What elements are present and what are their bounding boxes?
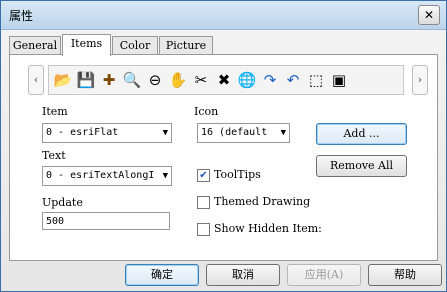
tab-picture[interactable]: Picture xyxy=(159,36,213,55)
tab-items[interactable]: Items xyxy=(62,34,111,56)
icon-size-value: 16 (default xyxy=(201,127,268,138)
tooltips-label: ToolTips xyxy=(214,168,261,181)
select-icon[interactable]: ⬚ xyxy=(306,70,326,90)
update-label: Update xyxy=(42,196,83,209)
ok-button[interactable]: 确定 xyxy=(125,264,199,286)
tooltips-checkbox[interactable]: ✔ ToolTips xyxy=(197,168,261,182)
show-hidden-items-label: Show Hidden Item: xyxy=(214,222,322,235)
show-hidden-items-checkbox[interactable]: Show Hidden Item: xyxy=(197,222,322,236)
checkbox-box-icon[interactable] xyxy=(197,222,210,236)
close-icon[interactable]: ✕ xyxy=(424,8,434,22)
properties-icon[interactable]: ▣ xyxy=(329,70,349,90)
chevron-down-icon[interactable]: ▼ xyxy=(281,124,286,142)
item-label: Item xyxy=(42,105,68,118)
themed-drawing-checkbox[interactable]: Themed Drawing xyxy=(197,195,310,209)
add-icon[interactable]: ✚ xyxy=(99,70,119,90)
tab-general[interactable]: General xyxy=(9,36,61,55)
chevron-left-icon[interactable]: ‹ xyxy=(34,73,38,86)
delete-icon[interactable]: ✖ xyxy=(214,70,234,90)
toolbar-scroll-right-button[interactable]: › xyxy=(412,65,428,95)
check-icon[interactable]: ✔ xyxy=(197,168,210,182)
title-bar: 属性 ✕ xyxy=(1,1,446,30)
icon-label: Icon xyxy=(194,105,219,118)
chevron-right-icon[interactable]: › xyxy=(418,73,422,86)
chevron-down-icon[interactable]: ▼ xyxy=(163,167,168,185)
close-button[interactable]: ✕ xyxy=(418,5,440,25)
redo-icon[interactable]: ↷ xyxy=(260,70,280,90)
globe-icon[interactable]: 🌐 xyxy=(237,70,257,90)
text-label: Text xyxy=(42,149,66,162)
cut-icon[interactable]: ✂ xyxy=(191,70,211,90)
undo-icon[interactable]: ↶ xyxy=(283,70,303,90)
apply-button[interactable]: 应用(A) xyxy=(287,264,361,286)
item-select-value: 0 - esriFlat xyxy=(46,127,119,138)
zoom-in-icon[interactable]: 🔍 xyxy=(122,70,142,90)
update-interval-input[interactable]: 500 xyxy=(42,212,170,230)
item-select[interactable]: 0 - esriFlat ▼ xyxy=(42,123,172,143)
pan-icon[interactable]: ✋ xyxy=(168,70,188,90)
open-folder-icon[interactable]: 📂 xyxy=(53,70,73,90)
text-select-value: 0 - esriTextAlongI xyxy=(46,170,155,181)
checkbox-box-icon[interactable] xyxy=(197,195,210,209)
add-button[interactable]: Add ... xyxy=(316,123,407,145)
icon-size-select[interactable]: 16 (default ▼ xyxy=(197,123,290,143)
properties-dialog: 属性 ✕ General Items Color Picture ‹ 📂 💾 ✚… xyxy=(0,0,447,292)
commands-toolbar: 📂 💾 ✚ 🔍 ⊖ ✋ ✂ ✖ 🌐 ↷ ↶ ⬚ ▣ xyxy=(48,65,404,95)
help-button[interactable]: 帮助 xyxy=(368,264,442,286)
themed-drawing-label: Themed Drawing xyxy=(214,195,311,208)
save-icon[interactable]: 💾 xyxy=(76,70,96,90)
tab-color[interactable]: Color xyxy=(112,36,158,55)
remove-all-button[interactable]: Remove All xyxy=(316,155,407,177)
toolbar-scroll-left-button[interactable]: ‹ xyxy=(28,65,44,95)
zoom-out-icon[interactable]: ⊖ xyxy=(145,70,165,90)
items-panel: ‹ 📂 💾 ✚ 🔍 ⊖ ✋ ✂ ✖ 🌐 ↷ ↶ ⬚ ▣ › Item 0 - e… xyxy=(9,54,438,261)
window-title: 属性 xyxy=(9,9,34,23)
text-select[interactable]: 0 - esriTextAlongI ▼ xyxy=(42,166,172,186)
chevron-down-icon[interactable]: ▼ xyxy=(163,124,168,142)
cancel-button[interactable]: 取消 xyxy=(206,264,280,286)
